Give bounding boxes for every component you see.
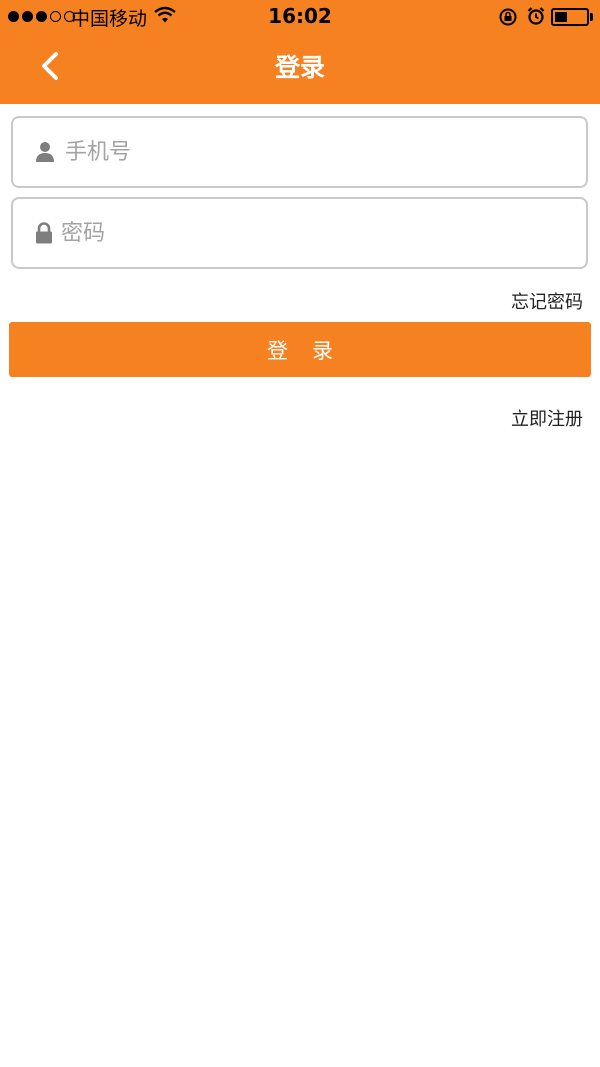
forgot-password-link[interactable]: 忘记密码 xyxy=(511,288,583,314)
page-title: 登录 xyxy=(274,53,325,82)
password-input[interactable] xyxy=(61,211,561,255)
app-header: 中国移动 16:02 登录 xyxy=(0,0,600,104)
register-link[interactable]: 立即注册 xyxy=(511,405,583,431)
lock-icon xyxy=(36,222,52,244)
phone-input[interactable] xyxy=(65,130,565,174)
phone-field[interactable] xyxy=(11,116,588,188)
battery-icon xyxy=(551,8,589,26)
password-field[interactable] xyxy=(11,197,588,269)
login-button[interactable]: 登录 xyxy=(9,322,591,377)
battery-cap xyxy=(590,13,593,21)
alarm-icon xyxy=(527,7,545,25)
user-icon xyxy=(36,142,54,162)
rotation-lock-icon xyxy=(499,8,517,26)
status-bar: 中国移动 16:02 xyxy=(0,0,600,34)
